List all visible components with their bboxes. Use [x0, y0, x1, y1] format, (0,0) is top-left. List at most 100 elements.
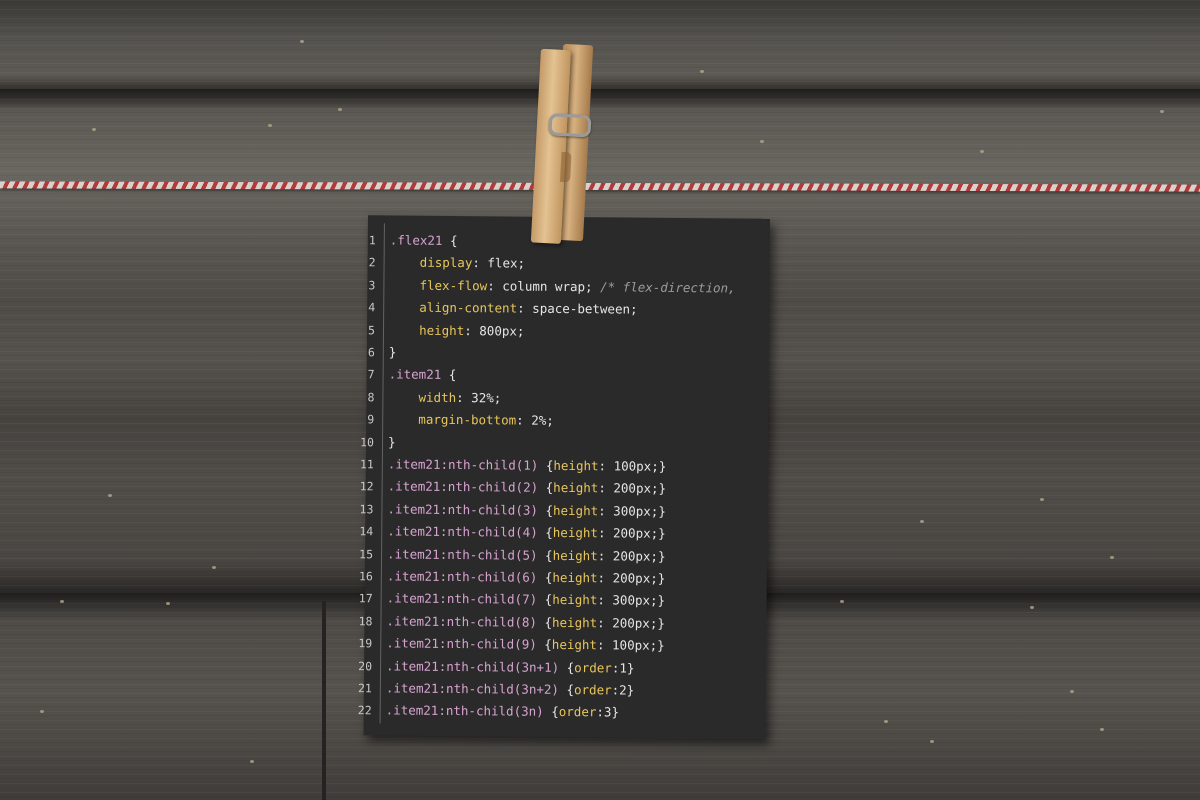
wood-speck [1110, 556, 1114, 559]
code-line: 20 .item21:nth-child(3n+1) {order:1} [358, 655, 635, 679]
code-value: : 32%; [456, 389, 502, 406]
code-line: 16 .item21:nth-child(6) {height: 200px;} [359, 565, 666, 590]
line-number: 10 [360, 434, 375, 449]
line-number: 12 [359, 479, 374, 494]
code-line: 11 .item21:nth-child(1) {height: 100px;} [360, 453, 667, 478]
code-text: .item21:nth-child(3n+1) {order:1} [386, 655, 635, 679]
code-line: 17 .item21:nth-child(7) {height: 300px;} [359, 588, 666, 613]
wood-speck [300, 40, 304, 43]
line-number: 14 [359, 524, 374, 539]
code-value: : 100px;} [596, 637, 665, 654]
code-brace: { [559, 659, 575, 675]
code-value: : 300px;} [597, 592, 666, 609]
code-value: : space-between; [517, 300, 638, 317]
line-number: 2 [368, 255, 376, 270]
code-value: : 300px;} [598, 503, 666, 519]
code-text: } [389, 341, 397, 363]
code-brace: { [537, 524, 553, 541]
wood-speck [884, 720, 888, 723]
code-text: .item21:nth-child(7) {height: 300px;} [387, 588, 666, 612]
code-brace: { [543, 704, 559, 720]
code-brace: } [387, 434, 396, 450]
code-value: : column wrap; [487, 278, 601, 295]
code-property: margin-bottom [418, 411, 517, 428]
code-text: .item21:nth-child(3n+2) {order:2} [386, 677, 635, 701]
wood-speck [1070, 690, 1074, 693]
code-line: 19 .item21:nth-child(9) {height: 100px;} [358, 632, 665, 657]
code-selector: .item21:nth-child(3n+2) [385, 680, 560, 697]
code-selector: .item21:nth-child(6) [386, 568, 538, 585]
line-number: 19 [358, 636, 373, 651]
code-text: margin-bottom: 2%; [388, 409, 554, 432]
code-selector: .item21:nth-child(5) [386, 546, 538, 563]
wood-speck [166, 602, 170, 605]
code-property: order [574, 659, 612, 675]
code-value: : flex; [472, 255, 526, 272]
code-brace: { [442, 232, 458, 249]
code-selector: .flex21 [389, 232, 443, 248]
code-text: .item21:nth-child(2) {height: 200px;} [388, 476, 667, 500]
line-number: 4 [368, 300, 376, 315]
code-line: 15 .item21:nth-child(5) {height: 200px;} [359, 543, 666, 568]
code-property: height [419, 322, 465, 338]
line-number: 1 [368, 233, 376, 248]
line-number: 20 [358, 658, 373, 673]
line-number: 3 [368, 278, 376, 293]
line-number: 6 [367, 345, 375, 360]
code-property: height [552, 547, 598, 563]
code-brace: { [537, 592, 553, 608]
code-text: .item21 { [389, 364, 457, 387]
wood-speck [250, 760, 254, 763]
line-number: 15 [359, 546, 374, 561]
code-brace: { [536, 614, 553, 630]
line-number: 22 [357, 703, 372, 718]
code-property: align-content [419, 299, 518, 316]
code-value: : 200px;} [597, 615, 665, 631]
code-value: : 2%; [516, 412, 554, 429]
code-card: 1 .flex21 {2 display: flex; 3 flex-flow: c… [358, 215, 770, 739]
code-line: 18 .item21:nth-child(8) {height: 200px;} [358, 610, 665, 635]
wood-speck [1030, 606, 1034, 609]
code-value: :1} [611, 659, 635, 676]
code-property: height [553, 480, 599, 496]
code-brace: { [536, 636, 552, 653]
code-line: 3 flex-flow: column wrap; /* flex-direct… [361, 274, 735, 299]
code-selector: .item21:nth-child(2) [387, 478, 539, 496]
code-line: 8 width: 32%; [360, 386, 501, 409]
code-text: width: 32%; [388, 386, 501, 409]
line-number: 18 [358, 613, 373, 629]
code-selector: .item21:nth-child(3) [387, 501, 539, 518]
line-number: 13 [359, 501, 374, 517]
code-text: .item21:nth-child(5) {height: 200px;} [387, 543, 666, 567]
code-value: : 200px;} [597, 525, 666, 542]
code-selector: .item21:nth-child(9) [386, 635, 537, 652]
code-line: 6} [361, 341, 397, 363]
clothespin-icon [530, 43, 597, 246]
code-line: 10} [360, 431, 396, 453]
code-line: 12 .item21:nth-child(2) {height: 200px;} [360, 476, 667, 501]
line-number: 17 [358, 591, 373, 606]
code-selector: .item21:nth-child(3n+1) [386, 658, 560, 675]
code-line: 4 align-content: space-between; [361, 296, 638, 320]
wood-speck [108, 494, 112, 497]
code-property: height [553, 457, 599, 474]
line-number: 11 [359, 457, 374, 472]
code-text: .item21:nth-child(1) {height: 100px;} [388, 453, 667, 477]
code-brace: { [537, 569, 553, 585]
code-selector: .item21:nth-child(1) [387, 456, 539, 473]
code-property: width [418, 389, 457, 405]
code-value: : 200px;} [597, 547, 666, 564]
code-line: 1 .flex21 { [362, 229, 458, 252]
code-text: display: flex; [389, 252, 526, 275]
code-brace: } [388, 344, 397, 360]
code-text: .item21:nth-child(3n) {order:3} [386, 700, 620, 724]
line-number: 7 [367, 367, 375, 382]
line-number: 16 [358, 569, 373, 584]
line-number: 5 [368, 322, 376, 337]
code-property: flex-flow [419, 277, 488, 294]
wood-speck [338, 108, 342, 111]
